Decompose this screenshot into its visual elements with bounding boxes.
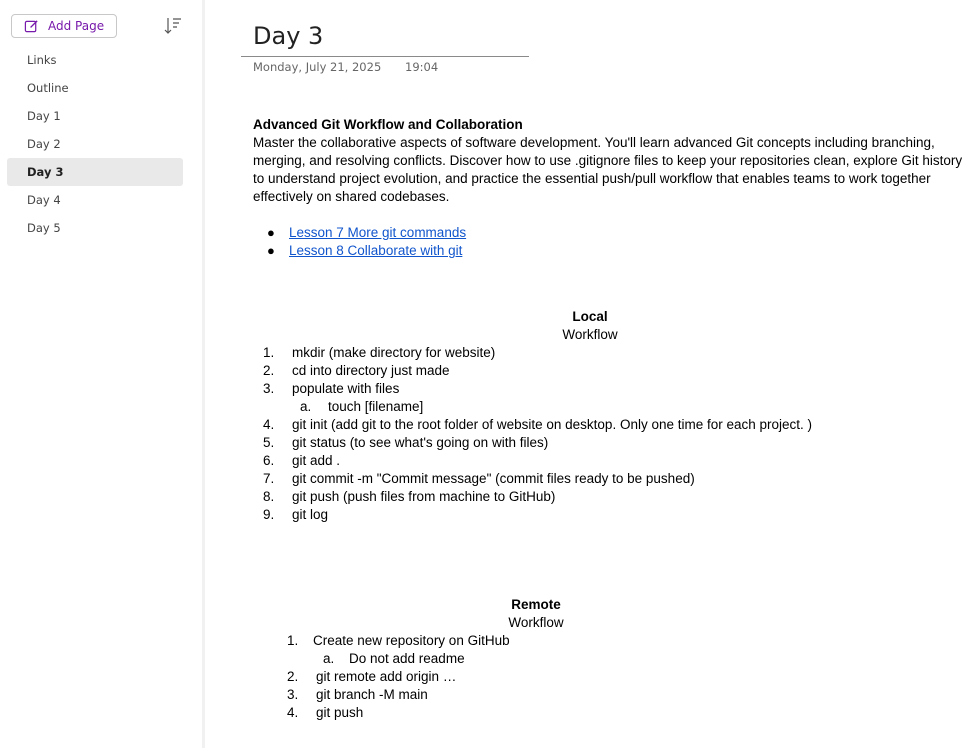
title-underline — [241, 56, 529, 57]
bullet-icon: ● — [267, 225, 275, 240]
list-item: 4. git push — [287, 705, 364, 720]
lesson-7-link[interactable]: Lesson 7 More git commands — [289, 224, 466, 242]
page-date: Monday, July 21, 2025 — [253, 60, 382, 74]
list-item: 9. git log — [263, 507, 329, 522]
list-item: 1. Create new repository on GitHub — [287, 633, 510, 648]
sort-icon[interactable] — [164, 16, 182, 36]
lesson-8-link[interactable]: Lesson 8 Collaborate with git — [289, 242, 462, 260]
page-item-outline[interactable]: Outline — [7, 74, 183, 102]
list-item: ● Lesson 8 Collaborate with git — [267, 242, 968, 260]
local-steps-list: 1. mkdir (make directory for website) 2. c… — [263, 344, 963, 524]
add-page-label: Add Page — [48, 19, 105, 33]
section-heading: Advanced Git Workflow and Collaboration — [253, 117, 523, 132]
page-item-label: Outline — [27, 81, 69, 95]
list-item: 6. git add . — [263, 453, 341, 468]
page-item-day-5[interactable]: Day 5 — [7, 214, 183, 242]
page-item-day-2[interactable]: Day 2 — [7, 130, 183, 158]
lesson-links: ● Lesson 7 More git commands ● Lesson 8 Co… — [267, 224, 968, 260]
list-item: ● Lesson 7 More git commands — [267, 224, 968, 242]
page-item-day-3[interactable]: Day 3 — [7, 158, 183, 186]
list-item: 2. cd into directory just made — [263, 363, 450, 378]
note-body[interactable]: Advanced Git Workflow and Collaboration … — [253, 116, 968, 260]
list-item: 3. populate with files — [263, 381, 400, 396]
list-item: a. touch [filename] — [300, 399, 424, 414]
remote-subtitle: Workflow — [508, 615, 564, 630]
page-item-label: Links — [27, 53, 57, 67]
list-item: 8. git push (push files from machine to G… — [263, 489, 556, 504]
list-item: 3. git branch -M main — [287, 687, 428, 702]
remote-steps-list: 1. Create new repository on GitHub a. Do n… — [287, 632, 787, 722]
page-item-label: Day 5 — [27, 221, 61, 235]
list-item: 2. git remote add origin … — [287, 669, 457, 684]
page-item-label: Day 4 — [27, 193, 61, 207]
page-list: Links Outline Day 1 Day 2 Day 3 Day 4 Da… — [7, 46, 183, 242]
page-sidebar: Add Page Links Outline Day 1 Day 2 Day 3… — [0, 0, 202, 748]
list-item: 1. mkdir (make directory for website) — [263, 345, 496, 360]
intro-paragraph: Master the collaborative aspects of soft… — [253, 135, 963, 204]
add-page-button[interactable]: Add Page — [11, 14, 117, 38]
page-item-links[interactable]: Links — [7, 46, 183, 74]
page-item-label: Day 2 — [27, 137, 61, 151]
list-item: 5. git status (to see what's going on wit… — [263, 435, 549, 450]
page-item-day-4[interactable]: Day 4 — [7, 186, 183, 214]
sidebar-divider — [202, 0, 205, 748]
remote-title: Remote — [511, 597, 561, 612]
bullet-icon: ● — [267, 243, 275, 258]
page-item-label: Day 1 — [27, 109, 61, 123]
page-item-label: Day 3 — [27, 165, 64, 179]
list-item: a. Do not add readme — [323, 651, 465, 666]
local-subtitle: Workflow — [562, 327, 618, 342]
page-time: 19:04 — [405, 60, 439, 74]
list-item: 7. git commit -m "Commit message" (commit… — [263, 471, 695, 486]
page-item-day-1[interactable]: Day 1 — [7, 102, 183, 130]
edit-page-icon — [24, 19, 38, 32]
local-title: Local — [572, 309, 608, 324]
page-title[interactable]: Day 3 — [253, 22, 323, 50]
list-item: 4. git init (add git to the root folder o… — [263, 417, 813, 432]
